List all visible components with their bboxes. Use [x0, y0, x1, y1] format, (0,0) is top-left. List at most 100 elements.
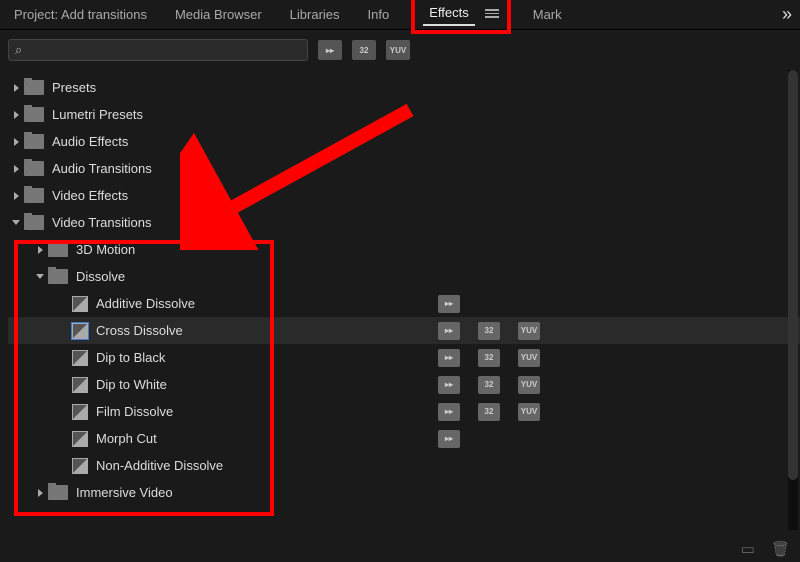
filter-accelerated-icon[interactable]: ▸▸: [318, 40, 342, 60]
tree-item-audio-transitions[interactable]: Audio Transitions: [8, 155, 800, 182]
yuv-badge-icon: YUV: [518, 349, 540, 367]
tree-item-dissolve[interactable]: Dissolve: [8, 263, 800, 290]
tab-project[interactable]: Project: Add transitions: [8, 3, 153, 26]
new-bin-icon[interactable]: ▭: [741, 540, 755, 558]
folder-icon: [24, 134, 44, 149]
accelerated-badge-icon: ▸▸: [438, 376, 460, 394]
tree-item-video-transitions[interactable]: Video Transitions: [8, 209, 800, 236]
effect-icon: [72, 350, 88, 366]
folder-icon: [48, 485, 68, 500]
tabs-overflow-icon[interactable]: »: [782, 4, 792, 25]
b32-badge-icon: 32: [478, 376, 500, 394]
tree-item-3d-motion[interactable]: 3D Motion: [8, 236, 800, 263]
chevron-right-icon[interactable]: [8, 138, 24, 146]
effect-icon: [72, 431, 88, 447]
yuv-badge-icon: YUV: [518, 376, 540, 394]
effects-tab-highlight: Effects: [411, 0, 511, 34]
row-badges: ▸▸: [438, 430, 460, 448]
tree-label: Morph Cut: [96, 431, 157, 446]
accelerated-badge-icon: ▸▸: [438, 322, 460, 340]
accelerated-badge-icon: ▸▸: [438, 430, 460, 448]
effects-tree: Presets Lumetri Presets Audio Effects Au…: [0, 70, 800, 510]
tree-item-non-additive-dissolve[interactable]: Non-Additive Dissolve: [8, 452, 800, 479]
panel-tabs: Project: Add transitions Media Browser L…: [0, 0, 800, 30]
filter-badges: ▸▸ 32 YUV: [318, 40, 410, 60]
tree-label: Film Dissolve: [96, 404, 173, 419]
row-badges: ▸▸ 32 YUV: [438, 349, 540, 367]
tree-item-additive-dissolve[interactable]: Additive Dissolve ▸▸: [8, 290, 800, 317]
chevron-right-icon[interactable]: [32, 489, 48, 497]
chevron-right-icon[interactable]: [8, 165, 24, 173]
b32-badge-icon: 32: [478, 403, 500, 421]
b32-badge-icon: 32: [478, 349, 500, 367]
chevron-right-icon[interactable]: [8, 192, 24, 200]
tree-label: Additive Dissolve: [96, 296, 195, 311]
tree-item-lumetri-presets[interactable]: Lumetri Presets: [8, 101, 800, 128]
tree-label: Audio Transitions: [52, 161, 152, 176]
chevron-right-icon[interactable]: [8, 84, 24, 92]
tab-libraries[interactable]: Libraries: [284, 3, 346, 26]
b32-badge-icon: 32: [478, 322, 500, 340]
row-badges: ▸▸ 32 YUV: [438, 376, 540, 394]
tree-label: Dissolve: [76, 269, 125, 284]
tree-label: Video Transitions: [52, 215, 152, 230]
tree-item-morph-cut[interactable]: Morph Cut ▸▸: [8, 425, 800, 452]
tree-label: Lumetri Presets: [52, 107, 143, 122]
yuv-badge-icon: YUV: [518, 322, 540, 340]
accelerated-badge-icon: ▸▸: [438, 295, 460, 313]
tree-item-film-dissolve[interactable]: Film Dissolve ▸▸ 32 YUV: [8, 398, 800, 425]
effect-icon: [72, 404, 88, 420]
trash-icon[interactable]: 🗑: [771, 540, 790, 558]
chevron-down-icon[interactable]: [8, 220, 24, 225]
tab-info[interactable]: Info: [362, 3, 396, 26]
effect-icon: [72, 458, 88, 474]
yuv-badge-icon: YUV: [518, 403, 540, 421]
chevron-right-icon[interactable]: [8, 111, 24, 119]
tree-item-cross-dissolve[interactable]: Cross Dissolve ▸▸ 32 YUV: [8, 317, 800, 344]
tree-item-dip-to-white[interactable]: Dip to White ▸▸ 32 YUV: [8, 371, 800, 398]
folder-icon: [48, 269, 68, 284]
effects-search-row: ⌕ ▸▸ 32 YUV: [0, 30, 800, 70]
panel-menu-icon[interactable]: [485, 9, 499, 18]
tree-label: Non-Additive Dissolve: [96, 458, 223, 473]
row-badges: ▸▸ 32 YUV: [438, 403, 540, 421]
accelerated-badge-icon: ▸▸: [438, 403, 460, 421]
folder-icon: [24, 161, 44, 176]
tree-label: Immersive Video: [76, 485, 173, 500]
effect-icon: [72, 296, 88, 312]
chevron-right-icon[interactable]: [32, 246, 48, 254]
tree-label: Presets: [52, 80, 96, 95]
tree-item-immersive-video[interactable]: Immersive Video: [8, 479, 800, 506]
filter-yuv-icon[interactable]: YUV: [386, 40, 410, 60]
tree-label: Audio Effects: [52, 134, 128, 149]
scrollbar[interactable]: [788, 70, 798, 530]
accelerated-badge-icon: ▸▸: [438, 349, 460, 367]
row-badges: ▸▸ 32 YUV: [438, 322, 540, 340]
tree-item-audio-effects[interactable]: Audio Effects: [8, 128, 800, 155]
row-badges: ▸▸: [438, 295, 460, 313]
effect-icon: [72, 323, 88, 339]
folder-icon: [24, 188, 44, 203]
effect-icon: [72, 377, 88, 393]
tab-effects[interactable]: Effects: [423, 1, 475, 26]
folder-icon: [24, 80, 44, 95]
tree-label: Video Effects: [52, 188, 128, 203]
tree-label: 3D Motion: [76, 242, 135, 257]
tree-item-presets[interactable]: Presets: [8, 74, 800, 101]
tab-markers[interactable]: Mark: [527, 3, 568, 26]
folder-icon: [24, 107, 44, 122]
search-icon: ⌕: [15, 42, 22, 58]
tree-item-dip-to-black[interactable]: Dip to Black ▸▸ 32 YUV: [8, 344, 800, 371]
filter-32bit-icon[interactable]: 32: [352, 40, 376, 60]
tree-item-video-effects[interactable]: Video Effects: [8, 182, 800, 209]
chevron-down-icon[interactable]: [32, 274, 48, 279]
panel-footer: ▭ 🗑: [741, 540, 790, 558]
search-input[interactable]: ⌕: [8, 39, 308, 61]
folder-icon: [24, 215, 44, 230]
tree-label: Dip to Black: [96, 350, 165, 365]
tree-label: Cross Dissolve: [96, 323, 183, 338]
tree-label: Dip to White: [96, 377, 167, 392]
tab-media-browser[interactable]: Media Browser: [169, 3, 268, 26]
folder-icon: [48, 242, 68, 257]
scrollbar-thumb[interactable]: [788, 70, 798, 480]
